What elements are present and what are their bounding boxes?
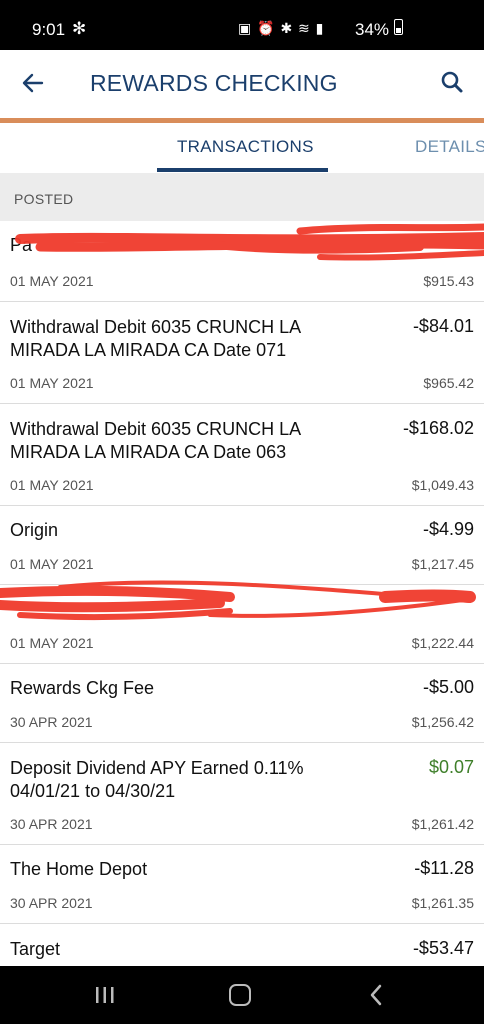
transaction-amount: -$5.00 (422, 677, 474, 697)
section-label: POSTED (14, 191, 74, 207)
running-balance: $965.42 (423, 375, 474, 391)
transaction-date: 30 APR 2021 (10, 816, 93, 832)
transaction-amount: -$4.99 (422, 519, 474, 539)
transaction-date: 01 MAY 2021 (10, 556, 94, 572)
active-tab-indicator (157, 168, 328, 172)
transaction-row[interactable]: Deposit Dividend APY Earned 0.11% 04/01/… (0, 743, 484, 845)
transaction-row[interactable]: Withdrawal Debit 6035 CRUNCH LA MIRADA L… (0, 404, 484, 506)
running-balance: $1,256.42 (411, 714, 474, 730)
running-balance: $1,261.42 (411, 816, 474, 832)
page-title: REWARDS CHECKING (90, 70, 338, 96)
tab-details[interactable]: DETAILS (415, 137, 484, 157)
home-icon[interactable] (229, 984, 251, 1006)
transaction-row[interactable]: Origin -$4.99 01 MAY 2021 $1,217.45 (0, 506, 484, 585)
running-balance: $1,261.35 (411, 895, 474, 911)
system-nav-bar (0, 966, 484, 1024)
transaction-row[interactable]: Target -$53.47 (0, 924, 484, 966)
transaction-amount: -$168.02 (402, 418, 474, 438)
transaction-row[interactable]: Withdrawal Debit 6035 CRUNCH LA MIRADA L… (0, 302, 484, 404)
transaction-date: 30 APR 2021 (10, 895, 93, 911)
transaction-description: Target (10, 939, 61, 959)
transaction-amount: -$11.28 (414, 858, 474, 878)
transaction-description: Rewards Ckg Fee (10, 678, 155, 698)
transaction-description: The Home Depot (10, 859, 148, 879)
status-bar: 9:01 ✻ ▣ ⏰ ✱ ≋ ▮ 34% (0, 0, 484, 50)
running-balance: $915.43 (423, 273, 474, 289)
battery-percent: 34% (355, 20, 390, 39)
running-balance: $1,049.43 (411, 477, 474, 493)
back-icon[interactable] (368, 984, 384, 1006)
tab-transactions[interactable]: TRANSACTIONS (177, 137, 314, 157)
status-time: 9:01 (32, 20, 66, 39)
transaction-amount: $0.07 (428, 757, 474, 777)
transaction-row[interactable]: The Home Depot -$11.28 30 APR 2021 $1,26… (0, 845, 484, 924)
status-icons: ▣ ⏰ ✱ ≋ ▮ (238, 20, 325, 36)
transaction-amount: -$53.47 (412, 938, 474, 958)
battery-icon (394, 19, 403, 35)
running-balance: $1,217.45 (411, 556, 474, 572)
transaction-list[interactable]: Pa 01 MAY 2021 $915.43 Withdrawal Debit … (0, 221, 484, 966)
transaction-description: Deposit Dividend APY Earned 0.11% 04/01/… (10, 758, 304, 801)
search-icon[interactable] (440, 70, 464, 94)
transaction-row[interactable]: Rewards Ckg Fee -$5.00 30 APR 2021 $1,25… (0, 664, 484, 743)
transaction-description: Withdrawal Debit 6035 CRUNCH LA MIRADA L… (10, 419, 301, 462)
transaction-date: 30 APR 2021 (10, 714, 93, 730)
transaction-date: 01 MAY 2021 (10, 273, 94, 289)
transaction-date: 01 MAY 2021 (10, 375, 94, 391)
transaction-row[interactable]: 01 MAY 2021 $1,222.44 (0, 585, 484, 664)
tab-bar: TRANSACTIONS DETAILS (0, 123, 484, 173)
transaction-amount: -$84.01 (412, 316, 474, 336)
transaction-description: Origin (10, 520, 59, 540)
transaction-row[interactable]: Pa 01 MAY 2021 $915.43 (0, 221, 484, 302)
fan-icon: ✻ (72, 19, 87, 38)
section-header: POSTED (0, 173, 484, 221)
transaction-date: 01 MAY 2021 (10, 635, 94, 651)
transaction-date: 01 MAY 2021 (10, 477, 94, 493)
back-arrow-icon[interactable] (20, 70, 46, 96)
app-bar: REWARDS CHECKING (0, 50, 484, 118)
recents-icon[interactable] (94, 986, 116, 1004)
transaction-description: Pa (10, 235, 33, 255)
transaction-description: Withdrawal Debit 6035 CRUNCH LA MIRADA L… (10, 317, 301, 360)
running-balance: $1,222.44 (411, 635, 474, 651)
